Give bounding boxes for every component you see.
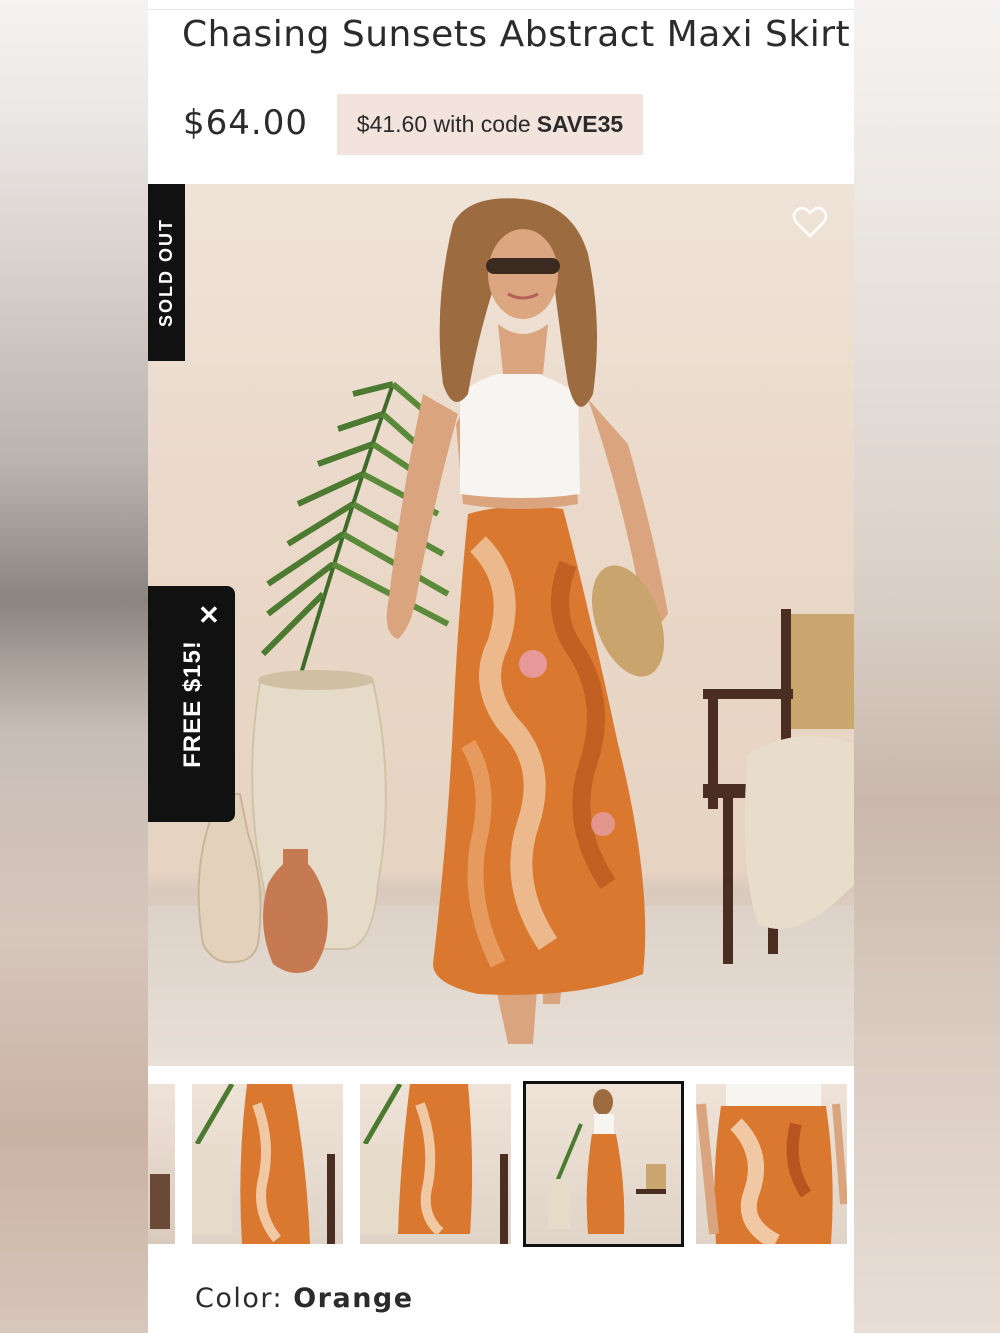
thumbnail-1[interactable] [192, 1084, 343, 1244]
product-title: Chasing Sunsets Abstract Maxi Skirt [182, 14, 851, 55]
thumbnail-gallery [148, 1080, 854, 1248]
thumbnail-3-selected[interactable] [523, 1081, 684, 1247]
thumbnail-0[interactable] [148, 1084, 175, 1244]
promo-text: $41.60 with code [356, 111, 531, 137]
free-offer-label: FREE $15! [179, 640, 206, 768]
product-price: $64.00 [183, 103, 308, 143]
free-offer-tab[interactable]: ✕ FREE $15! [148, 586, 235, 822]
promo-code-banner[interactable]: $41.60 with code SAVE35 [337, 94, 643, 155]
thumbnail-4[interactable] [696, 1084, 847, 1244]
heart-outline-icon[interactable] [792, 205, 828, 241]
model-photo-illustration [197, 198, 854, 1044]
promo-code: SAVE35 [536, 111, 624, 137]
color-label: Color: [195, 1283, 284, 1314]
color-value: Orange [293, 1283, 414, 1314]
product-main-image[interactable] [148, 184, 854, 1066]
thumbnail-2[interactable] [360, 1084, 511, 1244]
product-page: Chasing Sunsets Abstract Maxi Skirt $64.… [148, 0, 854, 1333]
background-blur-left [0, 0, 148, 1333]
color-selector: Color: Orange [195, 1283, 414, 1314]
sold-out-badge: SOLD OUT [148, 184, 185, 361]
divider [148, 9, 854, 10]
background-blur-right [852, 0, 1000, 1333]
